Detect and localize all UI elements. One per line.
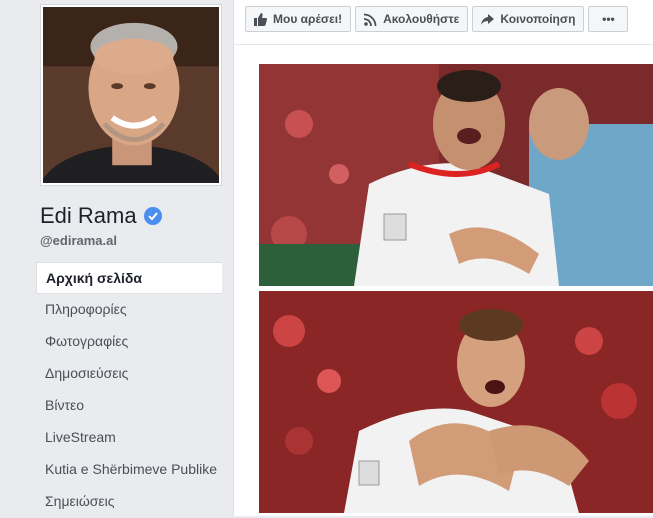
main-column: Μου αρέσει! Ακολουθήστε Κοινοποίηση ••• [233, 0, 653, 516]
nav-item-videos[interactable]: Βίντεο [36, 390, 222, 422]
page-name-text: Edi Rama [40, 203, 137, 228]
share-button[interactable]: Κοινοποίηση [472, 6, 585, 32]
follow-button[interactable]: Ακολουθήστε [355, 6, 469, 32]
follow-label: Ακολουθήστε [383, 12, 460, 26]
left-column: Edi Rama @edirama.al Αρχική σελίδα Πληρο… [0, 0, 233, 516]
post-photo-top[interactable] [259, 64, 653, 286]
thumbs-up-icon [254, 12, 267, 26]
rss-icon [364, 13, 377, 26]
post-photo-bottom[interactable] [259, 291, 653, 513]
nav-item-notes[interactable]: Σημειώσεις [36, 486, 222, 518]
page-title[interactable]: Edi Rama [40, 203, 162, 229]
football-player-photo [259, 291, 653, 513]
profile-picture[interactable] [40, 4, 222, 186]
page-action-bar: Μου αρέσει! Ακολουθήστε Κοινοποίηση ••• [245, 6, 629, 32]
profile-photo-image [43, 7, 219, 183]
verified-badge-icon [143, 207, 162, 225]
action-bar-divider [234, 44, 653, 45]
nav-item-about[interactable]: Πληροφορίες [36, 294, 222, 326]
share-arrow-icon [481, 13, 495, 25]
nav-item-photos[interactable]: Φωτογραφίες [36, 326, 222, 358]
football-player-photo [259, 64, 653, 286]
nav-item-home[interactable]: Αρχική σελίδα [36, 262, 222, 294]
page-nav: Αρχική σελίδα Πληροφορίες Φωτογραφίες Δη… [36, 262, 222, 518]
more-options-icon: ••• [602, 12, 615, 26]
like-label: Μου αρέσει! [273, 12, 343, 26]
more-options-button[interactable]: ••• [588, 6, 629, 32]
page-handle[interactable]: @edirama.al [40, 233, 117, 248]
nav-item-livestream[interactable]: LiveStream [36, 422, 222, 454]
like-button[interactable]: Μου αρέσει! [245, 6, 352, 32]
nav-item-posts[interactable]: Δημοσιεύσεις [36, 358, 222, 390]
share-label: Κοινοποίηση [500, 12, 576, 26]
nav-item-public-services[interactable]: Kutia e Shërbimeve Publike [36, 454, 222, 486]
